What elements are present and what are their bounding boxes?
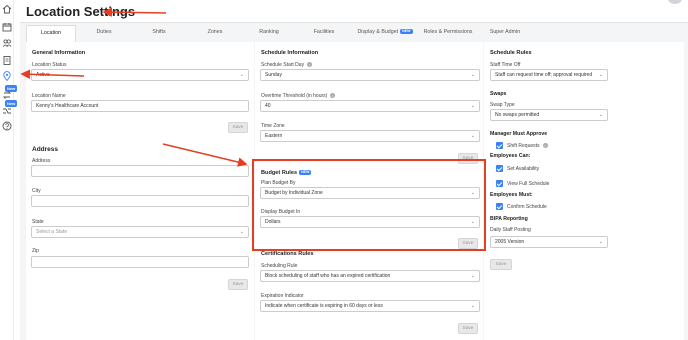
shift-requests-label: Shift Requests i [507, 143, 548, 149]
swap-type-select[interactable]: No swaps permitted ⌄ [490, 109, 608, 121]
address-label: Address [32, 158, 51, 164]
swap-icon[interactable] [2, 90, 12, 100]
employees-can-heading: Employees Can: [490, 153, 531, 159]
view-full-schedule-checkbox[interactable] [496, 180, 503, 187]
tab-shifts[interactable]: Shifts [136, 25, 182, 42]
general-information-heading: General Information [32, 50, 86, 56]
confirm-schedule-checkbox[interactable] [496, 203, 503, 210]
info-icon[interactable]: i [542, 143, 548, 149]
page-title: Location Settings [26, 4, 136, 19]
icon-rail: New New [0, 0, 18, 340]
general-save-button[interactable]: Save [228, 122, 248, 133]
clipboard-icon[interactable] [2, 55, 12, 65]
chevron-down-icon: ⌄ [598, 239, 603, 245]
schedule-rules-heading: Schedule Rules [490, 50, 532, 56]
swap-type-label: Swap Type [490, 102, 515, 108]
address-input[interactable] [31, 165, 249, 177]
left-panel [26, 42, 254, 340]
scheduling-rule-select[interactable]: Block scheduling of staff who has an exp… [260, 270, 480, 282]
staff-time-off-select[interactable]: Staff can request time off; approval req… [490, 69, 608, 81]
certifications-rules-heading: Certifications Rules [261, 251, 314, 257]
chevron-down-icon: ⌄ [470, 72, 475, 78]
confirm-schedule-label: Confirm Schedule [507, 204, 547, 210]
state-select[interactable]: Select a State ⌄ [31, 226, 249, 238]
team-icon[interactable] [2, 38, 12, 48]
tab-super-admin[interactable]: Super Admin [482, 25, 528, 42]
time-zone-select[interactable]: Eastern ⌄ [260, 130, 480, 142]
tab-zones[interactable]: Zones [192, 25, 238, 42]
home-icon[interactable] [2, 4, 12, 14]
zip-input[interactable] [31, 256, 249, 268]
set-availability-checkbox[interactable] [496, 165, 503, 172]
overtime-threshold-select[interactable]: 40 ⌄ [260, 100, 480, 112]
chevron-down-icon: ⌄ [470, 273, 475, 279]
expiration-indicator-select[interactable]: Indicate when certificate is expiring in… [260, 300, 480, 312]
schedule-rules-save-button[interactable]: Save [490, 259, 512, 270]
location-status-label: Location Status [32, 62, 67, 68]
tab-bar: Location Duties Shifts Zones Ranking Fac… [20, 22, 688, 42]
location-name-label: Location Name [32, 93, 66, 99]
chevron-down-icon: ⌄ [470, 103, 475, 109]
daily-staff-posting-select[interactable]: 2005 Version ⌄ [490, 236, 608, 248]
location-pin-icon[interactable] [2, 71, 12, 81]
tab-ranking[interactable]: Ranking [246, 25, 292, 42]
time-zone-label: Time Zone [261, 123, 285, 129]
info-icon[interactable]: i [307, 62, 313, 68]
chevron-down-icon: ⌄ [239, 229, 244, 235]
location-name-input[interactable]: Kenny's Healthcare Account [31, 100, 249, 112]
staff-time-off-label: Staff Time Off [490, 62, 521, 68]
set-availability-label: Set Availability [507, 166, 540, 172]
city-input[interactable] [31, 195, 249, 207]
right-panel [484, 42, 684, 340]
chevron-down-icon: ⌄ [470, 133, 475, 139]
chevron-down-icon: ⌄ [598, 112, 603, 118]
tab-roles-permissions[interactable]: Roles & Permissions [420, 25, 476, 42]
new-badge: NEW [400, 29, 413, 35]
tab-display-budget[interactable]: Display & Budget NEW [354, 25, 416, 42]
address-save-button[interactable]: Save [228, 279, 248, 290]
tab-duties[interactable]: Duties [80, 25, 128, 42]
schedule-start-day-label: Schedule Start Day i [261, 62, 313, 68]
state-label: State [32, 219, 44, 225]
tab-facilities[interactable]: Facilities [300, 25, 348, 42]
certifications-save-button[interactable]: Save [458, 323, 478, 334]
daily-staff-posting-label: Daily Staff Posting [490, 227, 531, 233]
chevron-down-icon: ⌄ [598, 72, 603, 78]
shuffle-icon[interactable] [2, 106, 12, 116]
expiration-indicator-label: Expiration Indicator [261, 293, 304, 299]
shift-requests-checkbox[interactable] [496, 142, 503, 149]
chevron-down-icon: ⌄ [470, 303, 475, 309]
calendar-icon[interactable] [2, 22, 12, 32]
employees-must-heading: Employees Must: [490, 192, 533, 198]
address-heading: Address [32, 146, 59, 153]
swaps-heading: Swaps [490, 91, 507, 97]
annotation-highlight-box [252, 159, 486, 251]
bipa-reporting-heading: BIPA Reporting [490, 216, 528, 222]
chevron-down-icon: ⌄ [239, 72, 244, 78]
overtime-threshold-label: Overtime Threshold (in hours) i [261, 93, 336, 99]
schedule-information-heading: Schedule Information [261, 50, 319, 56]
info-icon[interactable]: i [330, 93, 336, 99]
tab-location[interactable]: Location [26, 25, 76, 42]
scheduling-rule-label: Scheduling Rule [261, 263, 298, 269]
schedule-start-day-select[interactable]: Sunday ⌄ [260, 69, 480, 81]
manager-must-approve-heading: Manager Must Approve [490, 131, 548, 137]
city-label: City [32, 188, 41, 194]
help-icon[interactable] [2, 121, 12, 131]
location-status-select[interactable]: Active ⌄ [31, 69, 249, 81]
zip-label: Zip [32, 248, 39, 254]
view-full-schedule-label: View Full Schedule [507, 181, 550, 187]
